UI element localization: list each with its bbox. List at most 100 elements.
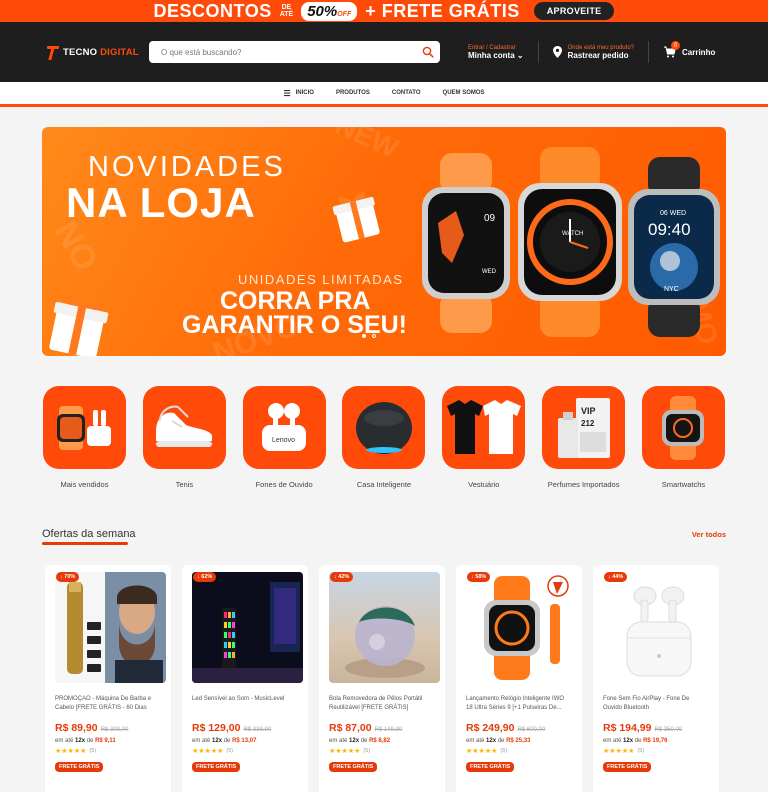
product-price: R$ 87,00	[329, 722, 372, 734]
led-bar-icon	[192, 572, 303, 683]
svg-text:VIP: VIP	[581, 406, 596, 416]
search-input[interactable]	[161, 47, 422, 57]
product-card[interactable]: ↓ 70% PROMOÇÃO - Máquina De Barba e Cabe…	[45, 565, 171, 792]
product-installments: em até 12x de R$ 8,82	[329, 738, 391, 744]
star-icon: ★★★★★	[55, 748, 87, 755]
category-mais-vendidos[interactable]: Mais vendidos	[43, 386, 126, 489]
category-fones-de-ouvido[interactable]: Lenovo Fones de Ouvido	[242, 386, 326, 489]
banner-line-2: NA LOJA	[66, 179, 256, 226]
product-installments: em até 12x de R$ 9,11	[55, 738, 116, 744]
nav-item-inicio[interactable]: ☰ INICIO	[283, 89, 314, 98]
promo-text: DESCONTOS	[153, 0, 272, 21]
smartwatch-black-icon: 06 WED 09:40 NYC	[628, 157, 720, 337]
product-image[interactable]: ↓ 44%	[603, 572, 714, 683]
promo-button[interactable]: APROVEITE	[533, 2, 615, 20]
product-price: R$ 194,99	[603, 722, 652, 734]
star-icon: ★★★★★	[466, 748, 498, 755]
product-image[interactable]: ↓ 58%	[466, 572, 577, 683]
product-old-price: R$ 149,90	[374, 727, 403, 733]
category-smartwatchs[interactable]: Smartwatchs	[641, 386, 725, 489]
product-card[interactable]: ↓ 44% Fone Sem Fio AirPlay - Fone De Ouv…	[593, 565, 719, 792]
free-shipping-badge: FRETE GRÁTIS	[329, 762, 378, 772]
logo-mark-icon	[46, 44, 60, 60]
product-card[interactable]: ↓ 62% Led Sensível ao Som - MusicLevel R…	[182, 565, 308, 792]
product-card[interactable]: ↓ 58% Lançamento Relógio Inteligente IWO…	[456, 565, 582, 792]
product-card[interactable]: ↓ 42% Bola Removedora de Pêlos Portátil …	[319, 565, 445, 792]
location-pin-icon	[552, 46, 562, 58]
nav-item-contato[interactable]: CONTATO	[392, 90, 421, 96]
promo-free-shipping: + FRETE GRÁTIS	[365, 0, 520, 21]
see-all-link[interactable]: Ver todos	[692, 530, 726, 539]
product-title[interactable]: Fone Sem Fio AirPlay - Fone De Ouvido Bl…	[603, 695, 709, 713]
product-image[interactable]: ↓ 62%	[192, 572, 303, 683]
hero-banner[interactable]: NEW NO NOVO PROMO NOVIDADES NA LOJA UNID…	[42, 127, 726, 356]
svg-text:09:40: 09:40	[648, 220, 691, 239]
promo-bar: DESCONTOS DE ATÉ 50%OFF + FRETE GRÁTIS AP…	[0, 0, 768, 22]
account-menu[interactable]: Entrar / Cadastrar Minha conta ⌄	[468, 45, 524, 60]
discount-badge: ↓ 44%	[604, 572, 628, 582]
lint-ball-icon	[345, 606, 425, 678]
product-title[interactable]: Bola Removedora de Pêlos Portátil Reutil…	[329, 695, 435, 713]
discount-badge: ↓ 70%	[56, 572, 80, 582]
smartwatch-orange-strap-icon: 09 WED	[422, 153, 510, 333]
free-shipping-badge: FRETE GRÁTIS	[603, 762, 652, 772]
promo-de-ate: DE ATÉ	[279, 4, 294, 18]
star-icon: ★★★★★	[192, 748, 224, 755]
search-box	[149, 41, 440, 63]
nav-item-produtos[interactable]: PRODUTOS	[336, 90, 370, 96]
category-vestuario[interactable]: Vestuário	[442, 386, 526, 489]
product-old-price: R$ 350,00	[654, 727, 683, 733]
product-title[interactable]: Lançamento Relógio Inteligente IWO 18 Ul…	[466, 695, 572, 713]
category-list: Mais vendidos Tenis Lenovo Fones de Ouvi…	[43, 386, 725, 489]
free-shipping-badge: FRETE GRÁTIS	[192, 762, 241, 772]
cart-button[interactable]: 0 Carrinho	[663, 41, 715, 58]
carousel-dot[interactable]	[372, 334, 376, 338]
smart-speaker-icon	[355, 401, 412, 454]
header: TECNO DIGITAL Entrar / Cadastrar Minha c…	[0, 22, 768, 82]
orange-watch-icon	[484, 575, 569, 680]
product-installments: em até 12x de R$ 19,76	[603, 738, 668, 744]
nav-item-quem-somos[interactable]: QUEM SOMOS	[443, 90, 485, 96]
product-old-price: R$ 300,00	[100, 727, 129, 733]
main-nav: ☰ INICIO PRODUTOS CONTATO QUEM SOMOS	[0, 82, 768, 104]
product-list: ↓ 70% PROMOÇÃO - Máquina De Barba e Cabe…	[45, 565, 719, 792]
divider	[537, 41, 539, 63]
category-casa-inteligente[interactable]: Casa Inteligente	[342, 386, 426, 489]
perfume-icon: VIP 212	[557, 397, 610, 458]
menu-icon: ☰	[283, 88, 291, 98]
product-installments: em até 12x de R$ 25,33	[466, 738, 531, 744]
watch-earbuds-icon	[56, 405, 111, 450]
divider	[648, 41, 649, 63]
logo[interactable]: TECNO DIGITAL	[46, 44, 146, 60]
discount-badge: ↓ 58%	[467, 572, 491, 582]
gift-box-icon	[49, 295, 109, 356]
product-title[interactable]: PROMOÇÃO - Máquina De Barba e Cabelo [FR…	[55, 695, 161, 713]
rating-stars: ★★★★★ (5)	[329, 748, 371, 755]
trimmer-icon	[67, 582, 163, 683]
svg-text:06 WED: 06 WED	[660, 210, 686, 217]
rating-stars: ★★★★★ (5)	[55, 748, 97, 755]
product-price: R$ 249,90	[466, 722, 515, 734]
track-order-link[interactable]: Onde está meu produto? Rastrear pedido	[552, 45, 634, 60]
product-installments: em até 12x de R$ 13,07	[192, 738, 257, 744]
category-perfumes-importados[interactable]: VIP 212 Perfumes Importados	[542, 386, 626, 489]
nav-accent-line	[0, 104, 768, 107]
search-icon[interactable]	[422, 46, 434, 58]
offers-title: Ofertas da semana	[42, 528, 136, 540]
category-tenis[interactable]: Tenis	[142, 386, 226, 489]
airpods-icon	[626, 586, 692, 677]
svg-text:WATCH: WATCH	[562, 231, 583, 237]
svg-text:NYC: NYC	[664, 286, 679, 293]
product-image[interactable]: ↓ 70%	[55, 572, 166, 683]
gift-box-icon	[332, 191, 380, 243]
chevron-down-icon: ⌄	[516, 50, 524, 60]
svg-text:212: 212	[581, 419, 595, 428]
product-image[interactable]: ↓ 42%	[329, 572, 440, 683]
svg-text:Lenovo: Lenovo	[272, 437, 295, 444]
carousel-dot[interactable]	[362, 334, 366, 338]
product-title[interactable]: Led Sensível ao Som - MusicLevel	[192, 695, 298, 713]
tshirt-icon	[446, 399, 521, 454]
sneaker-icon	[156, 405, 213, 447]
product-price: R$ 89,90	[55, 722, 98, 734]
discount-badge: ↓ 62%	[193, 572, 217, 582]
